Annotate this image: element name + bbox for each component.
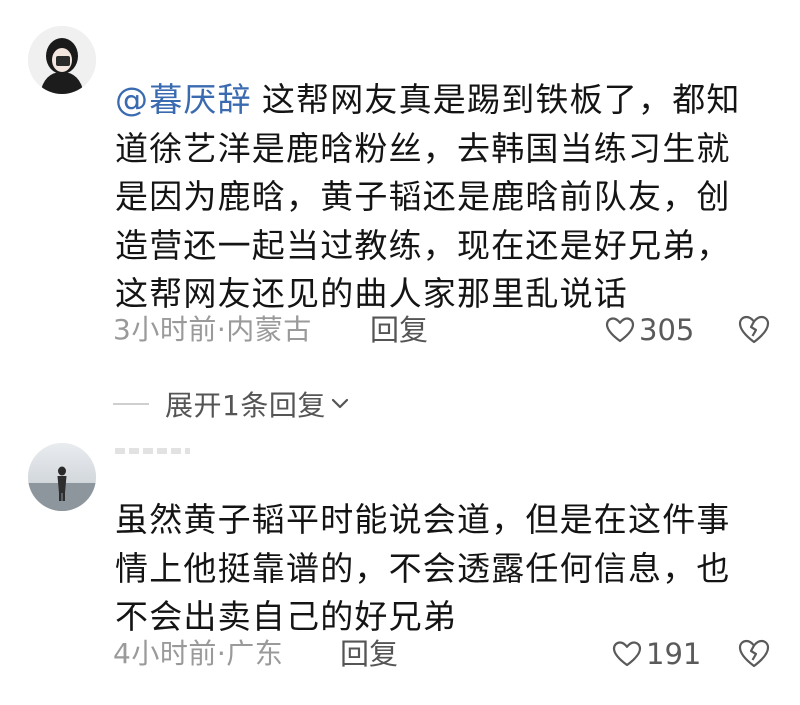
comment-meta: 3小时前·内蒙古: [113, 313, 312, 346]
comment-line: 道徐艺洋是鹿晗粉丝，去韩国当练习生就: [115, 128, 731, 168]
chevron-down-icon: [331, 398, 348, 409]
mention-link[interactable]: @暮厌辞: [115, 80, 252, 119]
broken-heart-icon[interactable]: [737, 314, 771, 346]
avatar-photo: [28, 443, 96, 511]
like-button[interactable]: 191: [612, 634, 701, 674]
heart-outline-icon: [605, 317, 635, 343]
comment-meta: 4小时前·广东: [113, 637, 284, 670]
reply-button[interactable]: 回复: [370, 310, 428, 350]
username-placeholder: [115, 448, 190, 454]
heart-outline-icon: [612, 641, 642, 667]
like-button[interactable]: 305: [605, 310, 694, 350]
avatar-photo: [28, 26, 96, 94]
comment-text: @暮厌辞 这帮网友真是踢到铁板了，都知 道徐艺洋是鹿晗粉丝，去韩国当练习生就 是因…: [115, 76, 780, 319]
like-count: 191: [646, 637, 702, 671]
avatar[interactable]: [28, 443, 96, 511]
broken-heart-icon[interactable]: [737, 638, 771, 670]
avatar[interactable]: [28, 26, 96, 94]
comment-line: 情上他挺靠谱的，不会透露任何信息，也: [115, 548, 731, 588]
reply-button[interactable]: 回复: [340, 634, 398, 674]
comment-line: 虽然黄子韬平时能说会道，但是在这件事: [115, 500, 731, 539]
comment-line: 是因为鹿晗，黄子韬还是鹿晗前队友，创: [115, 177, 731, 216]
expand-replies-button[interactable]: 展开1条回复: [113, 384, 350, 424]
like-count: 305: [639, 313, 695, 347]
divider: [113, 403, 149, 405]
comment-line: 造营还一起当过教练，现在还是好兄弟，: [115, 225, 731, 265]
comment-text: 虽然黄子韬平时能说会道，但是在这件事 情上他挺靠谱的，不会透露任何信息，也 不会…: [115, 496, 780, 642]
comment-line: 不会出卖自己的好兄弟: [115, 597, 457, 636]
comment-line: 这帮网友还见的曲人家那里乱说话: [115, 274, 628, 313]
expand-label: 展开1条回复: [165, 389, 326, 422]
comment-line: 这帮网友真是踢到铁板了，都知: [261, 80, 741, 119]
